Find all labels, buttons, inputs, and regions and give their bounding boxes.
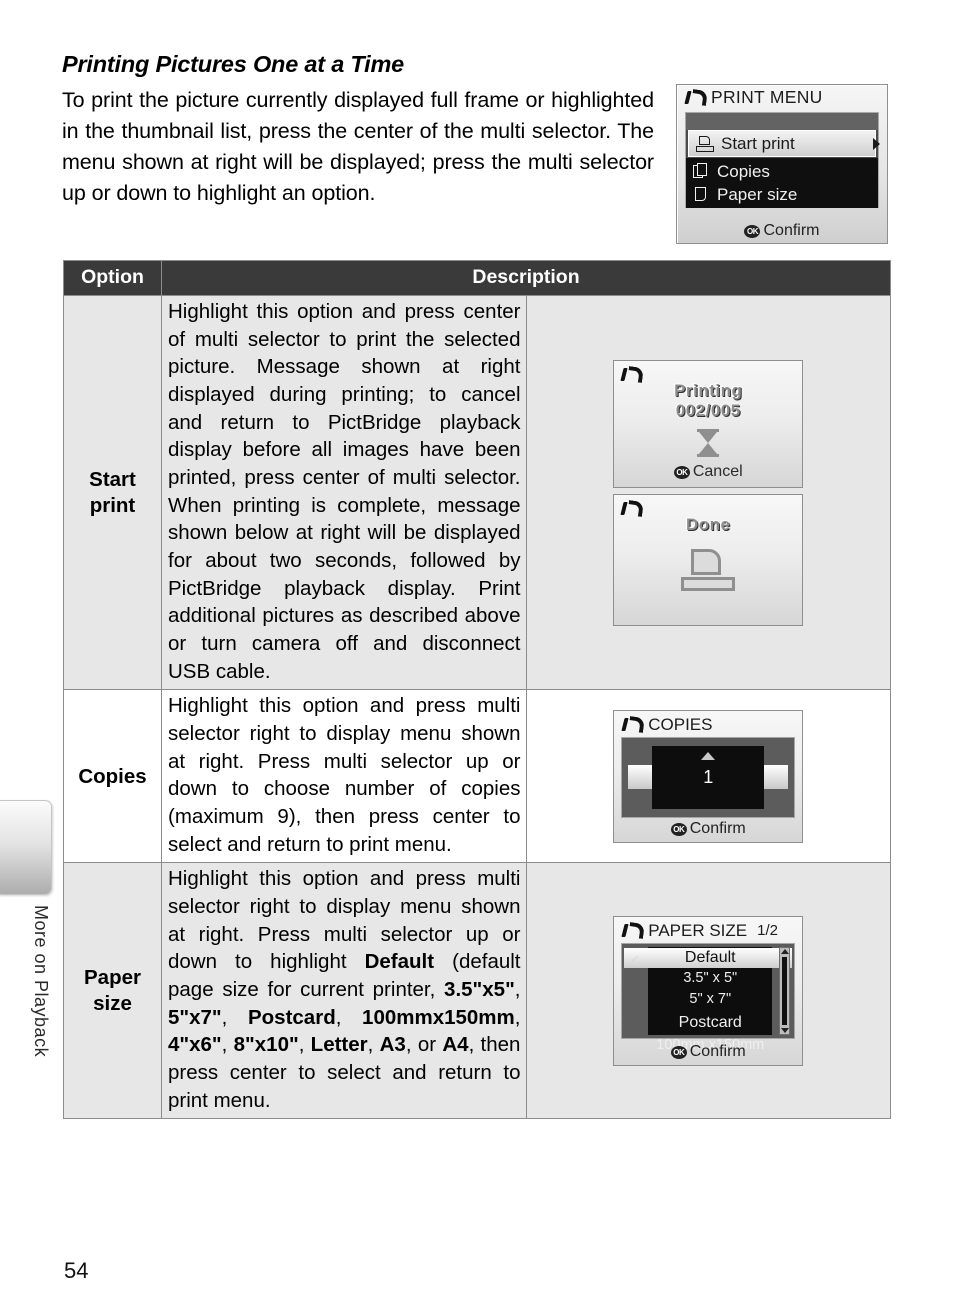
paper-option[interactable]: Postcard bbox=[648, 1011, 772, 1035]
row-description-copies: Highlight this option and press multi se… bbox=[161, 689, 527, 864]
table-row: Paper size Highlight this option and pre… bbox=[63, 862, 891, 1120]
paper-size-footer-label: Confirm bbox=[689, 1042, 746, 1060]
ok-button-icon: OK bbox=[670, 1045, 687, 1059]
page-number: 54 bbox=[64, 1258, 89, 1283]
menu-item-start-print-label: Start print bbox=[721, 133, 795, 153]
printing-footer: OK Cancel bbox=[614, 463, 802, 481]
column-header-description: Description bbox=[161, 260, 891, 296]
menu-item-paper-size[interactable]: Paper size bbox=[686, 183, 878, 206]
paper-size-list: Default 3.5" x 5" 5" x 7" Postcard 100mm… bbox=[648, 946, 773, 1053]
print-menu-title: PRINT MENU bbox=[711, 87, 823, 107]
copies-footer-label: Confirm bbox=[689, 819, 746, 837]
row-option-paper-size: Paper size bbox=[63, 862, 162, 1120]
row-option-start-print: Start print bbox=[63, 294, 162, 691]
row-screenshots-start-print: Printing 002/005 OK Cancel Done bbox=[525, 294, 891, 691]
chapter-tab bbox=[0, 800, 52, 895]
copies-value[interactable]: 1 bbox=[652, 764, 765, 791]
emphasis-text: A3 bbox=[379, 1033, 406, 1057]
table-row: Copies Highlight this option and press m… bbox=[63, 689, 891, 864]
paper-option-default[interactable]: Default bbox=[648, 947, 773, 968]
paper-option[interactable]: 3.5" x 5" bbox=[648, 968, 772, 989]
paper-size-title: PAPER SIZE bbox=[648, 920, 748, 940]
printing-title: Printing bbox=[674, 380, 743, 400]
camera-logo-icon bbox=[621, 367, 640, 382]
emphasis-text: 5"x7" bbox=[168, 1005, 222, 1029]
emphasis-text: 4"x6" bbox=[168, 1033, 222, 1057]
check-icon: ✓ bbox=[630, 951, 641, 966]
done-title: Done bbox=[686, 514, 731, 534]
emphasis-text: 3.5"x5" bbox=[444, 978, 515, 1002]
print-menu-list: Start print Copies Paper size bbox=[685, 112, 880, 208]
printing-counter: 002/005 bbox=[675, 400, 741, 420]
camera-logo-icon bbox=[621, 501, 640, 516]
print-menu-screenshot: PRINT MENU Start print Copies Paper size… bbox=[676, 84, 888, 244]
table-header-row: Option Description bbox=[63, 260, 891, 296]
print-menu-header: PRINT MENU bbox=[677, 85, 887, 110]
ok-button-icon: OK bbox=[744, 225, 761, 238]
emphasis-text: 8"x10" bbox=[233, 1033, 299, 1057]
paper-size-header: PAPER SIZE 1/2 bbox=[622, 921, 794, 941]
copies-icon bbox=[693, 163, 710, 180]
ok-button-icon: OK bbox=[670, 822, 687, 836]
table-row: Start print Highlight this option and pr… bbox=[63, 294, 891, 691]
ok-button-icon: OK bbox=[673, 465, 690, 479]
row-option-line1: Start bbox=[89, 468, 136, 492]
emphasis-text: 100mmx150mm bbox=[362, 1005, 515, 1029]
scrollbar-thumb[interactable] bbox=[782, 956, 788, 1025]
option-description-table: Option Description Start print Highlight… bbox=[63, 260, 891, 1120]
print-menu-options: Copies Paper size bbox=[686, 158, 878, 208]
emphasis-text: Default bbox=[364, 950, 435, 974]
emphasis-text: Postcard bbox=[247, 1005, 336, 1029]
emphasis-text: A4 bbox=[442, 1033, 469, 1057]
paper-size-body: ✓ Default 3.5" x 5" 5" x 7" Postcard 100… bbox=[621, 942, 796, 1053]
camera-logo-icon bbox=[622, 717, 641, 732]
paper-size-footer: OK Confirm bbox=[614, 1043, 802, 1061]
intro-section: Printing Pictures One at a Time To print… bbox=[62, 50, 654, 208]
print-menu-spacer bbox=[686, 113, 878, 130]
chapter-tab-label: More on Playback bbox=[31, 905, 51, 1058]
hourglass-icon bbox=[697, 428, 720, 457]
printer-icon bbox=[696, 135, 714, 152]
menu-item-start-print[interactable]: Start print bbox=[688, 130, 880, 157]
paper-size-screenshot: PAPER SIZE 1/2 ✓ Default 3.5" x 5" 5" x … bbox=[613, 915, 804, 1066]
row-option-copies: Copies bbox=[63, 689, 162, 864]
chevron-up-icon bbox=[701, 751, 716, 760]
row-option-line1: Paper bbox=[84, 966, 141, 990]
column-header-option: Option bbox=[63, 260, 162, 296]
copies-footer: OK Confirm bbox=[614, 820, 802, 838]
print-menu-footer-label: Confirm bbox=[763, 222, 820, 239]
row-description-paper-size: Highlight this option and press multi se… bbox=[161, 862, 527, 1120]
intro-paragraph: To print the picture currently displayed… bbox=[62, 88, 654, 205]
row-option-line2: print bbox=[89, 493, 136, 517]
copies-title: COPIES bbox=[648, 714, 713, 734]
menu-item-paper-size-label: Paper size bbox=[717, 184, 798, 204]
row-description-start-print: Highlight this option and press center o… bbox=[161, 294, 527, 691]
page-title: Printing Pictures One at a Time bbox=[62, 51, 405, 77]
menu-item-copies[interactable]: Copies bbox=[686, 160, 878, 183]
paper-size-page-indicator: 1/2 bbox=[757, 922, 778, 940]
copies-header: COPIES bbox=[622, 715, 712, 735]
printing-footer-label: Cancel bbox=[692, 462, 743, 480]
page-icon bbox=[693, 186, 710, 203]
scroll-down-arrow-icon[interactable] bbox=[780, 1027, 789, 1033]
copies-screenshot: COPIES 1 OK Confirm bbox=[613, 709, 804, 843]
row-option-line2: size bbox=[93, 991, 132, 1015]
camera-logo-icon bbox=[685, 90, 704, 105]
paper-option[interactable]: 5" x 7" bbox=[648, 989, 772, 1010]
copies-body: 1 bbox=[621, 736, 796, 818]
printer-icon bbox=[681, 548, 736, 591]
emphasis-text: Letter bbox=[310, 1033, 368, 1057]
scroll-up-arrow-icon[interactable] bbox=[780, 948, 789, 954]
menu-item-copies-label: Copies bbox=[717, 161, 770, 181]
printing-screenshot: Printing 002/005 OK Cancel bbox=[613, 359, 804, 488]
chevron-right-icon bbox=[873, 137, 880, 150]
done-screenshot: Done bbox=[613, 493, 804, 626]
print-menu-footer: OK Confirm bbox=[677, 222, 887, 240]
vertical-scrollbar[interactable] bbox=[779, 946, 791, 1035]
row-screenshots-copies: COPIES 1 OK Confirm bbox=[525, 689, 891, 864]
camera-logo-icon bbox=[622, 923, 641, 938]
row-screenshots-paper-size: PAPER SIZE 1/2 ✓ Default 3.5" x 5" 5" x … bbox=[525, 862, 891, 1120]
